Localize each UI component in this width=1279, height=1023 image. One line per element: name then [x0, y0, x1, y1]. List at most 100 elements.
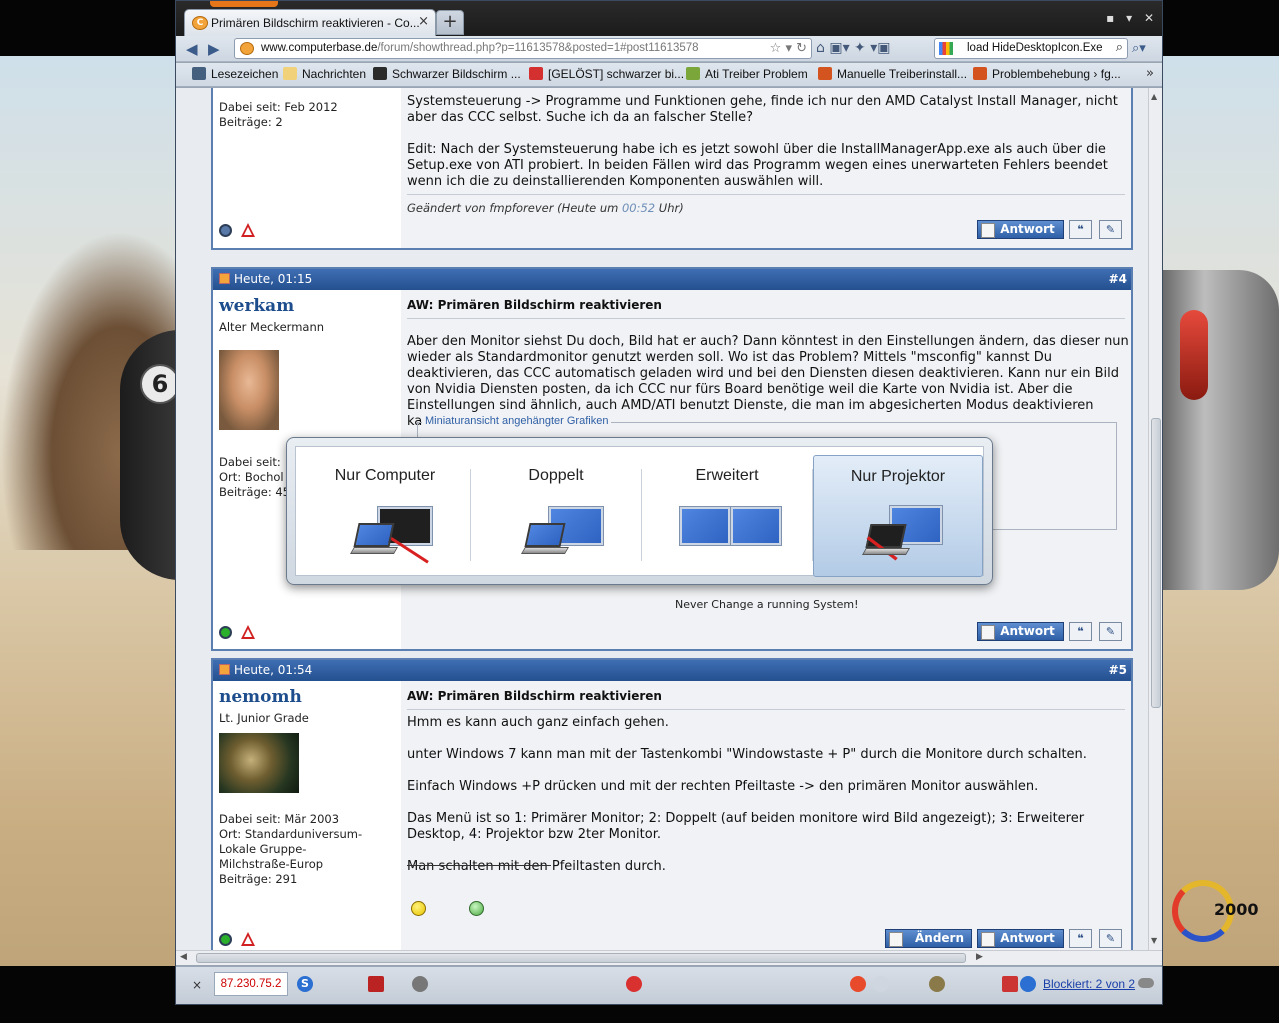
logo-text: 2000 — [1214, 900, 1259, 919]
post-5: Heute, 01:54 #5 nemomh Lt. Junior Grade … — [211, 658, 1133, 950]
addon-icon[interactable] — [929, 976, 945, 992]
new-tab-button[interactable]: + — [436, 10, 464, 35]
tab-active[interactable]: C Primären Bildschirm reaktivieren - Co.… — [184, 9, 436, 36]
quote-button[interactable]: ❝ — [1069, 220, 1092, 239]
smiley-icon — [411, 901, 426, 916]
adblock-icon[interactable] — [626, 976, 642, 992]
search-input[interactable]: load HideDesktopIcon.Exe — [967, 42, 1105, 54]
user-joined: Dabei seit: — [219, 455, 281, 469]
wallpaper-logo: 2000 — [1168, 880, 1278, 946]
close-addon-bar-icon[interactable]: × — [192, 978, 202, 992]
url-text[interactable]: www.computerbase.de/forum/showthread.php… — [261, 42, 699, 54]
scroll-up-icon[interactable]: ▲ — [1151, 92, 1157, 101]
site-identity-icon[interactable] — [240, 42, 254, 55]
bookmark-item[interactable]: Nachrichten — [283, 67, 366, 81]
option-label: Nur Projektor — [850, 468, 946, 485]
greasemonkey-icon[interactable] — [412, 976, 428, 992]
addon-icon[interactable] — [873, 976, 889, 992]
report-icon[interactable] — [241, 932, 255, 946]
site-icon — [818, 67, 832, 80]
site-icon — [529, 67, 543, 80]
option-nur-projektor[interactable]: Nur Projektor — [813, 455, 983, 577]
bookmark-item[interactable]: Problembehebung › fg... — [973, 67, 1121, 81]
report-icon[interactable] — [241, 223, 255, 237]
laptop-base-icon — [520, 547, 570, 554]
reply-button[interactable]: Antwort — [977, 220, 1064, 239]
user-location: Ort: Standarduniversum- — [219, 827, 363, 841]
bookmark-item[interactable]: Ati Treiber Problem — [686, 67, 808, 81]
bookmark-item[interactable]: Lesezeichen — [192, 67, 278, 81]
message-text: unter Windows 7 kann man mit der Tastenk… — [407, 747, 1087, 762]
search-bar[interactable]: load HideDesktopIcon.Exe ⌕ — [934, 38, 1128, 59]
reply-button[interactable]: Antwort — [977, 929, 1064, 948]
quote-button[interactable]: ❝ — [1069, 929, 1092, 948]
message-text: Man schalten mit den Pfeiltasten durch. — [407, 859, 666, 874]
post-body: Dabei seit: Feb 2012 Beiträge: 2 Systems… — [213, 88, 1131, 248]
search-options-icon[interactable]: ⌕▾ — [1132, 41, 1146, 56]
toolbar-icons[interactable]: ⌂ ▣▾ ✦ ▾▣ — [816, 40, 890, 56]
offline-status-icon — [219, 224, 232, 237]
option-doppelt[interactable]: Doppelt — [471, 455, 641, 577]
bookmarks-overflow-icon[interactable]: » — [1146, 66, 1154, 81]
site-icon — [686, 67, 700, 80]
option-erweitert[interactable]: Erweitert — [642, 455, 812, 577]
message-text: Einfach Windows +P drücken und mit der r… — [407, 779, 1039, 794]
user-posts: Beiträge: 291 — [219, 872, 298, 886]
post-number[interactable]: #5 — [1109, 663, 1127, 677]
user-info: Dabei seit: Feb 2012 Beiträge: 2 — [213, 88, 401, 248]
post-number[interactable]: #4 — [1109, 272, 1127, 286]
bookmark-item[interactable]: Schwarzer Bildschirm ... — [373, 67, 521, 81]
vertical-scroll-thumb[interactable] — [1151, 418, 1161, 708]
edit-button[interactable]: Ändern — [885, 929, 972, 948]
folder-icon — [283, 67, 297, 80]
post-header: Heute, 01:15 #4 — [213, 269, 1131, 290]
post-body: nemomh Lt. Junior Grade Dabei seit: Mär … — [213, 681, 1131, 950]
addon-icon[interactable] — [1020, 976, 1036, 992]
message-text: Das Menü ist so 1: Primärer Monitor; 2: … — [407, 811, 1085, 842]
bookmark-item[interactable]: [GELÖST] schwarzer bi... — [529, 67, 684, 81]
scroll-right-icon[interactable]: ▶ — [976, 952, 983, 962]
popup-blocked-status[interactable]: Blockiert: 2 von 2 — [1043, 977, 1135, 991]
option-label: Nur Computer — [334, 467, 436, 484]
scroll-down-icon[interactable]: ▼ — [1151, 936, 1157, 945]
report-icon[interactable] — [241, 625, 255, 639]
navigation-toolbar: ◀ ▶ www.computerbase.de/forum/showthread… — [176, 36, 1162, 62]
multiquote-button[interactable]: ✎ — [1099, 622, 1122, 641]
signature-divider — [407, 865, 551, 866]
multiquote-button[interactable]: ✎ — [1099, 220, 1122, 239]
window-controls[interactable]: ▪ ▾ ✕ — [1106, 11, 1154, 25]
forward-icon[interactable]: ▶ — [208, 40, 220, 58]
username[interactable]: werkam — [219, 296, 294, 316]
ip-address[interactable]: 87.230.75.2 — [214, 972, 288, 996]
scroll-left-icon[interactable]: ◀ — [180, 952, 187, 962]
tab-title: Primären Bildschirm reaktivieren - Co... — [211, 16, 420, 30]
firefox-menu-button[interactable] — [210, 1, 278, 7]
option-label: Erweitert — [695, 467, 759, 484]
quote-button[interactable]: ❝ — [1069, 622, 1092, 641]
back-icon[interactable]: ◀ — [186, 40, 198, 58]
display-switch-overlay: Nur Computer Doppelt Erweitert Nur Proje… — [286, 437, 993, 585]
option-nur-computer[interactable]: Nur Computer — [300, 455, 470, 577]
skype-icon[interactable]: S — [297, 976, 313, 992]
post-date: Heute, 01:15 — [219, 272, 312, 286]
addon-icon[interactable] — [368, 976, 384, 992]
horizontal-scrollbar[interactable]: ◀ ▶ — [176, 950, 1162, 965]
post-3: Dabei seit: Feb 2012 Beiträge: 2 Systems… — [211, 88, 1133, 250]
google-icon[interactable] — [939, 42, 953, 55]
reply-button[interactable]: Antwort — [977, 622, 1064, 641]
horizontal-scroll-thumb[interactable] — [196, 953, 966, 963]
multiquote-button[interactable]: ✎ — [1099, 929, 1122, 948]
vertical-scrollbar[interactable]: ▲ ▼ — [1148, 88, 1162, 950]
tab-close-icon[interactable]: × — [418, 14, 429, 29]
status-bar: × 87.230.75.2 S Blockiert: 2 von 2 — [176, 966, 1162, 1004]
addon-icon[interactable] — [1138, 978, 1154, 988]
search-icon[interactable]: ⌕ — [1116, 40, 1123, 55]
username[interactable]: nemomh — [219, 687, 302, 707]
bookmark-star-icon[interactable]: ☆ ▾ ↻ — [770, 41, 807, 56]
laptop-icon — [353, 523, 395, 547]
bookmark-item[interactable]: Manuelle Treiberinstall... — [818, 67, 967, 81]
popup-blocker-icon[interactable] — [1002, 976, 1018, 992]
wallpaper-badge: 6 — [140, 364, 180, 404]
noscript-icon[interactable] — [850, 976, 866, 992]
url-bar[interactable]: www.computerbase.de/forum/showthread.php… — [234, 38, 812, 59]
